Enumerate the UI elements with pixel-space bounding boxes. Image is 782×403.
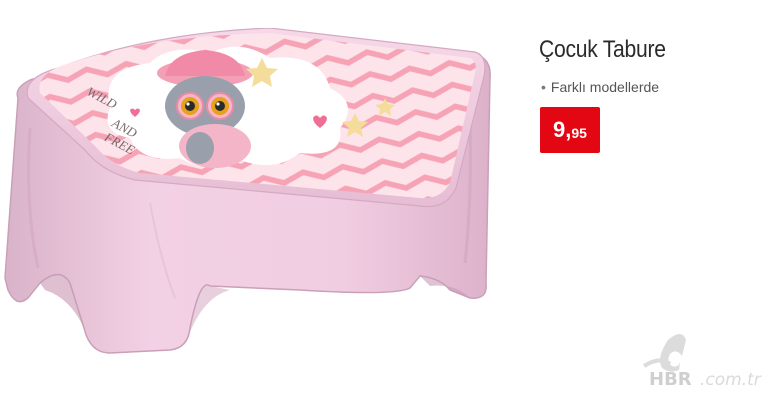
feature-text: Farklı modellerde (550, 79, 660, 95)
svg-text:HBR: HBR (649, 369, 692, 390)
price-integer: 9 (553, 117, 566, 142)
stool-product-image: WILD AND FREE (4, 28, 491, 354)
price-badge: 9, 95 (540, 107, 600, 153)
bullet-icon: • (541, 79, 546, 95)
svg-text:.com.tr: .com.tr (700, 370, 762, 390)
product-title: Çocuk Tabure (539, 36, 666, 63)
watermark-logo: HBR .com.tr (642, 334, 762, 390)
product-feature: • Farklı modellerde (541, 79, 659, 95)
price-decimals: 95 (571, 125, 587, 141)
